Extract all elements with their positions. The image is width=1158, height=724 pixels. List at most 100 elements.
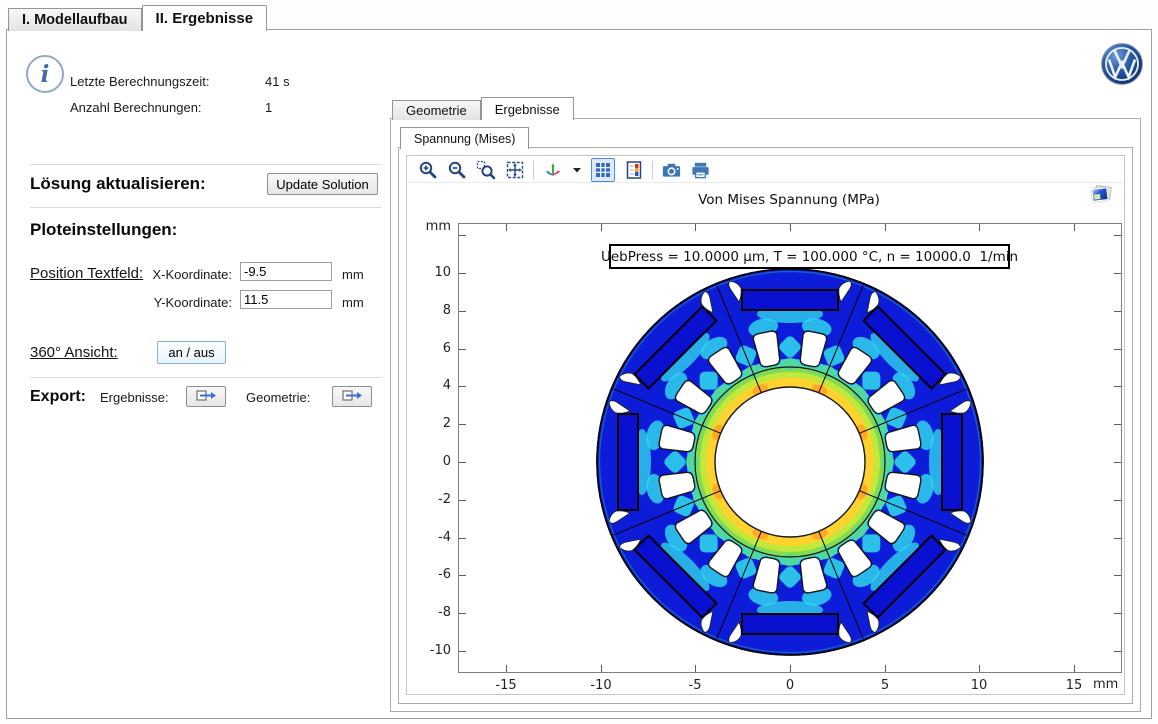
tab-modellaufbau[interactable]: I. Modellaufbau xyxy=(8,8,142,31)
plot-settings-heading: Ploteinstellungen: xyxy=(30,220,177,240)
y-tick-mark xyxy=(459,235,466,236)
y-tick-mark xyxy=(459,311,466,312)
grid-icon[interactable] xyxy=(591,158,615,182)
rotor-stress-plot xyxy=(459,224,1121,672)
y-coordinate-input[interactable] xyxy=(240,290,332,309)
update-solution-button[interactable]: Update Solution xyxy=(267,173,378,195)
toolbar-separator xyxy=(533,161,534,179)
view-360-toggle-button[interactable]: an / aus xyxy=(157,341,226,364)
y-tick-mark xyxy=(1114,462,1121,463)
calc-count-value: 1 xyxy=(265,100,272,115)
y-tick-label: 6 xyxy=(411,341,451,356)
y-tick-mark xyxy=(1114,613,1121,614)
x-tick-mark xyxy=(695,665,696,672)
y-tick-label: 0 xyxy=(411,454,451,469)
x-tick-mark xyxy=(790,665,791,672)
x-tick-label: 15 xyxy=(1054,678,1094,693)
y-axis-unit: mm xyxy=(411,219,451,234)
x-coordinate-label: X-Koordinate: xyxy=(140,267,232,282)
y-tick-mark xyxy=(1114,538,1121,539)
y-tick-mark xyxy=(1114,386,1121,387)
y-tick-label: -4 xyxy=(411,530,451,545)
y-tick-mark xyxy=(1114,575,1121,576)
x-coordinate-input[interactable] xyxy=(240,262,332,281)
x-tick-mark xyxy=(506,665,507,672)
plot-frame: mm mm xyxy=(458,223,1122,673)
zoom-extents-icon[interactable] xyxy=(504,159,525,180)
text-position-heading: Position Textfeld: xyxy=(30,265,143,282)
y-unit-label: mm xyxy=(342,295,364,310)
export-icon xyxy=(195,389,217,405)
view-orientation-icon[interactable] xyxy=(542,159,563,180)
tab-ergebnisse[interactable]: II. Ergebnisse xyxy=(142,5,268,31)
info-icon: i xyxy=(26,55,64,93)
y-tick-mark xyxy=(1114,424,1121,425)
y-tick-mark xyxy=(459,462,466,463)
tab-geometrie[interactable]: Geometrie xyxy=(392,100,481,120)
y-tick-label: 8 xyxy=(411,303,451,318)
plot-image-icon[interactable] xyxy=(1090,184,1112,204)
separator xyxy=(30,377,382,378)
x-tick-mark xyxy=(790,224,791,231)
y-tick-mark xyxy=(459,575,466,576)
annotation-textbox: UebPress = 10.0000 µm, T = 100.000 °C, n… xyxy=(609,244,1010,269)
y-tick-label: 4 xyxy=(411,378,451,393)
y-tick-label: -6 xyxy=(411,567,451,582)
export-heading: Export: xyxy=(30,388,86,406)
x-tick-mark xyxy=(695,224,696,231)
color-legend-icon[interactable] xyxy=(623,159,644,180)
vw-logo xyxy=(1100,42,1144,86)
x-tick-mark xyxy=(1074,665,1075,672)
y-tick-mark xyxy=(459,651,466,652)
zoom-out-icon[interactable] xyxy=(446,159,467,180)
x-tick-mark xyxy=(601,224,602,231)
x-tick-mark xyxy=(885,224,886,231)
y-tick-mark xyxy=(459,500,466,501)
tab-ergebnisse-graphics[interactable]: Ergebnisse xyxy=(481,97,574,120)
zoom-box-icon[interactable] xyxy=(475,159,496,180)
tab-spannung-mises[interactable]: Spannung (Mises) xyxy=(400,127,529,149)
x-tick-mark xyxy=(979,665,980,672)
y-tick-mark xyxy=(459,538,466,539)
last-calc-time-label: Letzte Berechnungszeit: xyxy=(70,74,209,89)
y-tick-label: -8 xyxy=(411,605,451,620)
y-tick-mark xyxy=(459,613,466,614)
view-360-heading: 360° Ansicht: xyxy=(30,344,118,361)
x-tick-label: -15 xyxy=(486,678,526,693)
dropdown-caret-icon[interactable] xyxy=(571,159,583,180)
export-icon xyxy=(341,389,363,405)
y-tick-label: -2 xyxy=(411,492,451,507)
y-tick-mark xyxy=(1114,311,1121,312)
graphics-toolbar xyxy=(408,157,1123,183)
y-tick-mark xyxy=(459,386,466,387)
export-results-button[interactable] xyxy=(186,386,226,407)
export-geometry-label: Geometrie: xyxy=(246,390,310,405)
x-unit-label: mm xyxy=(342,267,364,282)
y-tick-mark xyxy=(459,349,466,350)
y-tick-label: 10 xyxy=(411,265,451,280)
app-screenshot: I. Modellaufbau II. Ergebnisse i Letzte … xyxy=(0,0,1158,724)
plot-canvas[interactable]: Von Mises Spannung (MPa) mm mm xyxy=(406,155,1125,695)
zoom-in-icon[interactable] xyxy=(417,159,438,180)
x-tick-mark xyxy=(885,665,886,672)
calc-count-label: Anzahl Berechnungen: xyxy=(70,100,202,115)
y-tick-label: -10 xyxy=(411,643,451,658)
y-tick-mark xyxy=(1114,651,1121,652)
x-tick-mark xyxy=(601,665,602,672)
y-tick-mark xyxy=(1114,273,1121,274)
graphics-tabstrip: Geometrie Ergebnisse xyxy=(392,97,574,120)
plot-tabstrip: Spannung (Mises) xyxy=(400,127,529,149)
camera-icon[interactable] xyxy=(661,159,682,180)
x-tick-label: -10 xyxy=(581,678,621,693)
x-tick-label: -5 xyxy=(675,678,715,693)
x-tick-label: 10 xyxy=(959,678,999,693)
print-icon[interactable] xyxy=(690,159,711,180)
export-geometry-button[interactable] xyxy=(332,386,372,407)
y-coordinate-label: Y-Koordinate: xyxy=(140,295,232,310)
toolbar-separator xyxy=(652,161,653,179)
y-tick-mark xyxy=(1114,500,1121,501)
separator xyxy=(30,164,382,165)
x-tick-mark xyxy=(1074,224,1075,231)
y-tick-label: 2 xyxy=(411,416,451,431)
y-tick-mark xyxy=(1114,235,1121,236)
